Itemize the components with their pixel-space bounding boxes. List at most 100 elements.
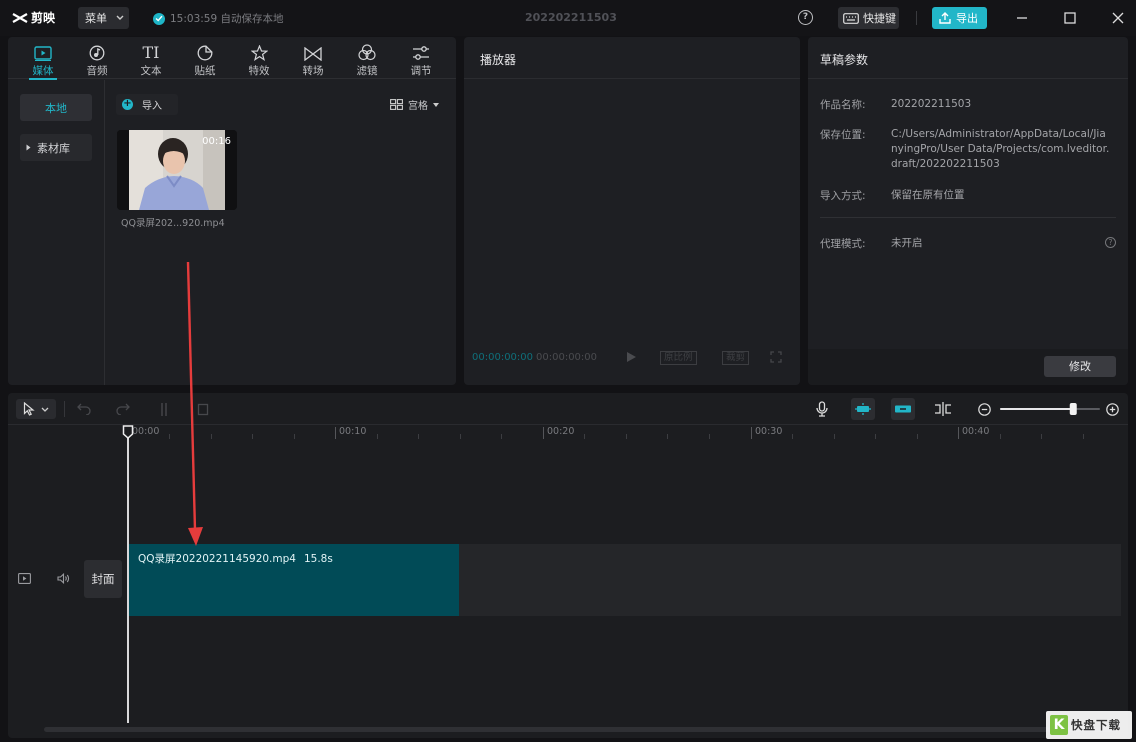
zoom-slider[interactable]	[1000, 401, 1100, 417]
split-button[interactable]	[156, 401, 172, 417]
select-tool-dropdown[interactable]	[16, 399, 56, 419]
app-name: 剪映	[31, 11, 56, 25]
watermark-logo-icon: K	[1050, 715, 1068, 735]
filter-icon	[358, 37, 376, 61]
import-button[interactable]: + 导入	[116, 94, 178, 115]
tab-adjust[interactable]: 调节	[394, 37, 448, 79]
video-clip[interactable]: QQ录屏20220221145920.mp4 15.8s	[129, 544, 459, 616]
zoom-in-button[interactable]	[1105, 401, 1119, 417]
path-line: draft/202202211503	[891, 158, 1000, 170]
playhead[interactable]	[127, 431, 129, 723]
path-line: nyingPro/User Data/Projects/com.lveditor…	[891, 143, 1110, 155]
ruler-tick	[667, 434, 668, 439]
undo-button[interactable]	[76, 401, 92, 417]
param-key: 代理模式:	[820, 238, 866, 250]
sidebar-item-local[interactable]: 本地	[20, 94, 92, 121]
tab-audio[interactable]: 音频	[70, 37, 124, 79]
ruler-tick	[1041, 434, 1042, 439]
view-mode-dropdown[interactable]: 宫格	[390, 97, 439, 112]
time-ruler[interactable]: 00:00 00:10 00:20 00:30 00:40	[8, 426, 1128, 440]
plus-icon: +	[122, 98, 133, 110]
chevron-down-icon	[41, 407, 49, 412]
minimize-button[interactable]	[1013, 9, 1031, 27]
param-key: 保存位置:	[820, 129, 866, 141]
help-icon[interactable]: ?	[1105, 237, 1116, 248]
snap-toggle[interactable]	[851, 398, 875, 420]
caret-down-icon	[433, 102, 439, 107]
ruler-tick	[460, 434, 461, 439]
tab-sticker[interactable]: 贴纸	[178, 37, 232, 79]
caret-right-icon	[26, 144, 31, 151]
text-icon: TI	[142, 43, 160, 62]
menu-button[interactable]: 菜单	[78, 7, 129, 29]
capcut-logo-icon	[12, 12, 28, 23]
tab-text[interactable]: TI 文本	[124, 37, 178, 79]
export-button[interactable]: 导出	[932, 7, 987, 29]
clip-label: QQ录屏20220221145920.mp4 15.8s	[138, 551, 333, 566]
panel-divider	[464, 78, 800, 79]
ruler-tick	[418, 434, 419, 439]
cursor-icon	[23, 402, 35, 416]
tab-media[interactable]: 媒体	[16, 37, 70, 80]
view-mode-label: 宫格	[408, 101, 428, 112]
preview-axis-button[interactable]	[933, 401, 953, 417]
ruler-tick	[169, 434, 170, 439]
close-button[interactable]	[1109, 9, 1127, 27]
clip-name: QQ录屏20220221145920.mp4	[138, 553, 296, 565]
ruler-tick	[501, 434, 502, 439]
record-audio-button[interactable]	[814, 401, 830, 417]
tab-label: 滤镜	[356, 65, 378, 77]
delete-icon	[197, 403, 209, 415]
media-panel: 媒体 音频 TI 文本 贴纸 特效 转场 滤镜 调节 本地 素材库 + 导入 宫…	[8, 37, 456, 385]
modify-button[interactable]: 修改	[1044, 356, 1116, 377]
export-icon	[939, 12, 951, 24]
ratio-button[interactable]: 原比例	[660, 351, 697, 365]
track-video-toggle[interactable]	[17, 571, 31, 585]
microphone-icon	[816, 401, 828, 417]
ruler-tick	[1083, 434, 1084, 439]
document-title: 202202211503	[525, 11, 617, 24]
track-mute-toggle[interactable]	[56, 571, 70, 585]
sidebar-item-library[interactable]: 素材库	[20, 134, 92, 161]
maximize-button[interactable]	[1061, 9, 1079, 27]
check-circle-icon	[153, 12, 165, 25]
tab-filter[interactable]: 滤镜	[340, 37, 394, 79]
delete-button[interactable]	[195, 401, 211, 417]
play-button[interactable]	[626, 351, 637, 366]
tab-label: 调节	[410, 65, 432, 77]
close-icon	[1112, 12, 1124, 24]
param-value: C:/Users/Administrator/AppData/Local/Jia…	[891, 127, 1109, 172]
redo-icon	[116, 403, 130, 415]
ruler-tick	[751, 427, 752, 439]
effects-icon	[250, 37, 268, 61]
media-filename: QQ录屏202...920.mp4	[121, 218, 225, 229]
playhead-handle[interactable]	[122, 425, 134, 439]
keyboard-icon	[843, 12, 859, 24]
timeline-scrollbar[interactable]	[44, 727, 1118, 732]
transition-icon	[304, 37, 322, 61]
ruler-tick	[294, 434, 295, 439]
tab-effects[interactable]: 特效	[232, 37, 286, 79]
link-toggle[interactable]	[891, 398, 915, 420]
ruler-tick	[252, 434, 253, 439]
redo-button[interactable]	[115, 401, 131, 417]
title-bar: 剪映 菜单 15:03:59 自动保存本地 202202211503 ? 快捷键…	[0, 0, 1136, 36]
help-icon[interactable]: ?	[798, 10, 813, 25]
fullscreen-button[interactable]	[770, 351, 782, 366]
grid-view-icon	[390, 99, 403, 110]
shortcut-label: 快捷键	[863, 12, 896, 25]
ruler-tick	[543, 427, 544, 439]
path-line: C:/Users/Administrator/AppData/Local/Jia	[891, 128, 1106, 140]
param-key: 导入方式:	[820, 190, 866, 202]
timeline-panel: 00:00 00:10 00:20 00:30 00:40 封面 QQ录屏202…	[8, 393, 1128, 738]
ruler-label: 00:40	[962, 426, 990, 437]
cover-button[interactable]: 封面	[84, 560, 122, 598]
tab-transition[interactable]: 转场	[286, 37, 340, 79]
param-value: 202202211503	[891, 98, 972, 110]
zoom-out-button[interactable]	[977, 401, 991, 417]
shortcut-button[interactable]: 快捷键	[838, 7, 899, 29]
media-thumbnail[interactable]: 00:16	[117, 130, 237, 210]
ruler-tick	[958, 427, 959, 439]
params-title: 草稿参数	[820, 53, 869, 67]
crop-button[interactable]: 裁剪	[722, 351, 750, 365]
